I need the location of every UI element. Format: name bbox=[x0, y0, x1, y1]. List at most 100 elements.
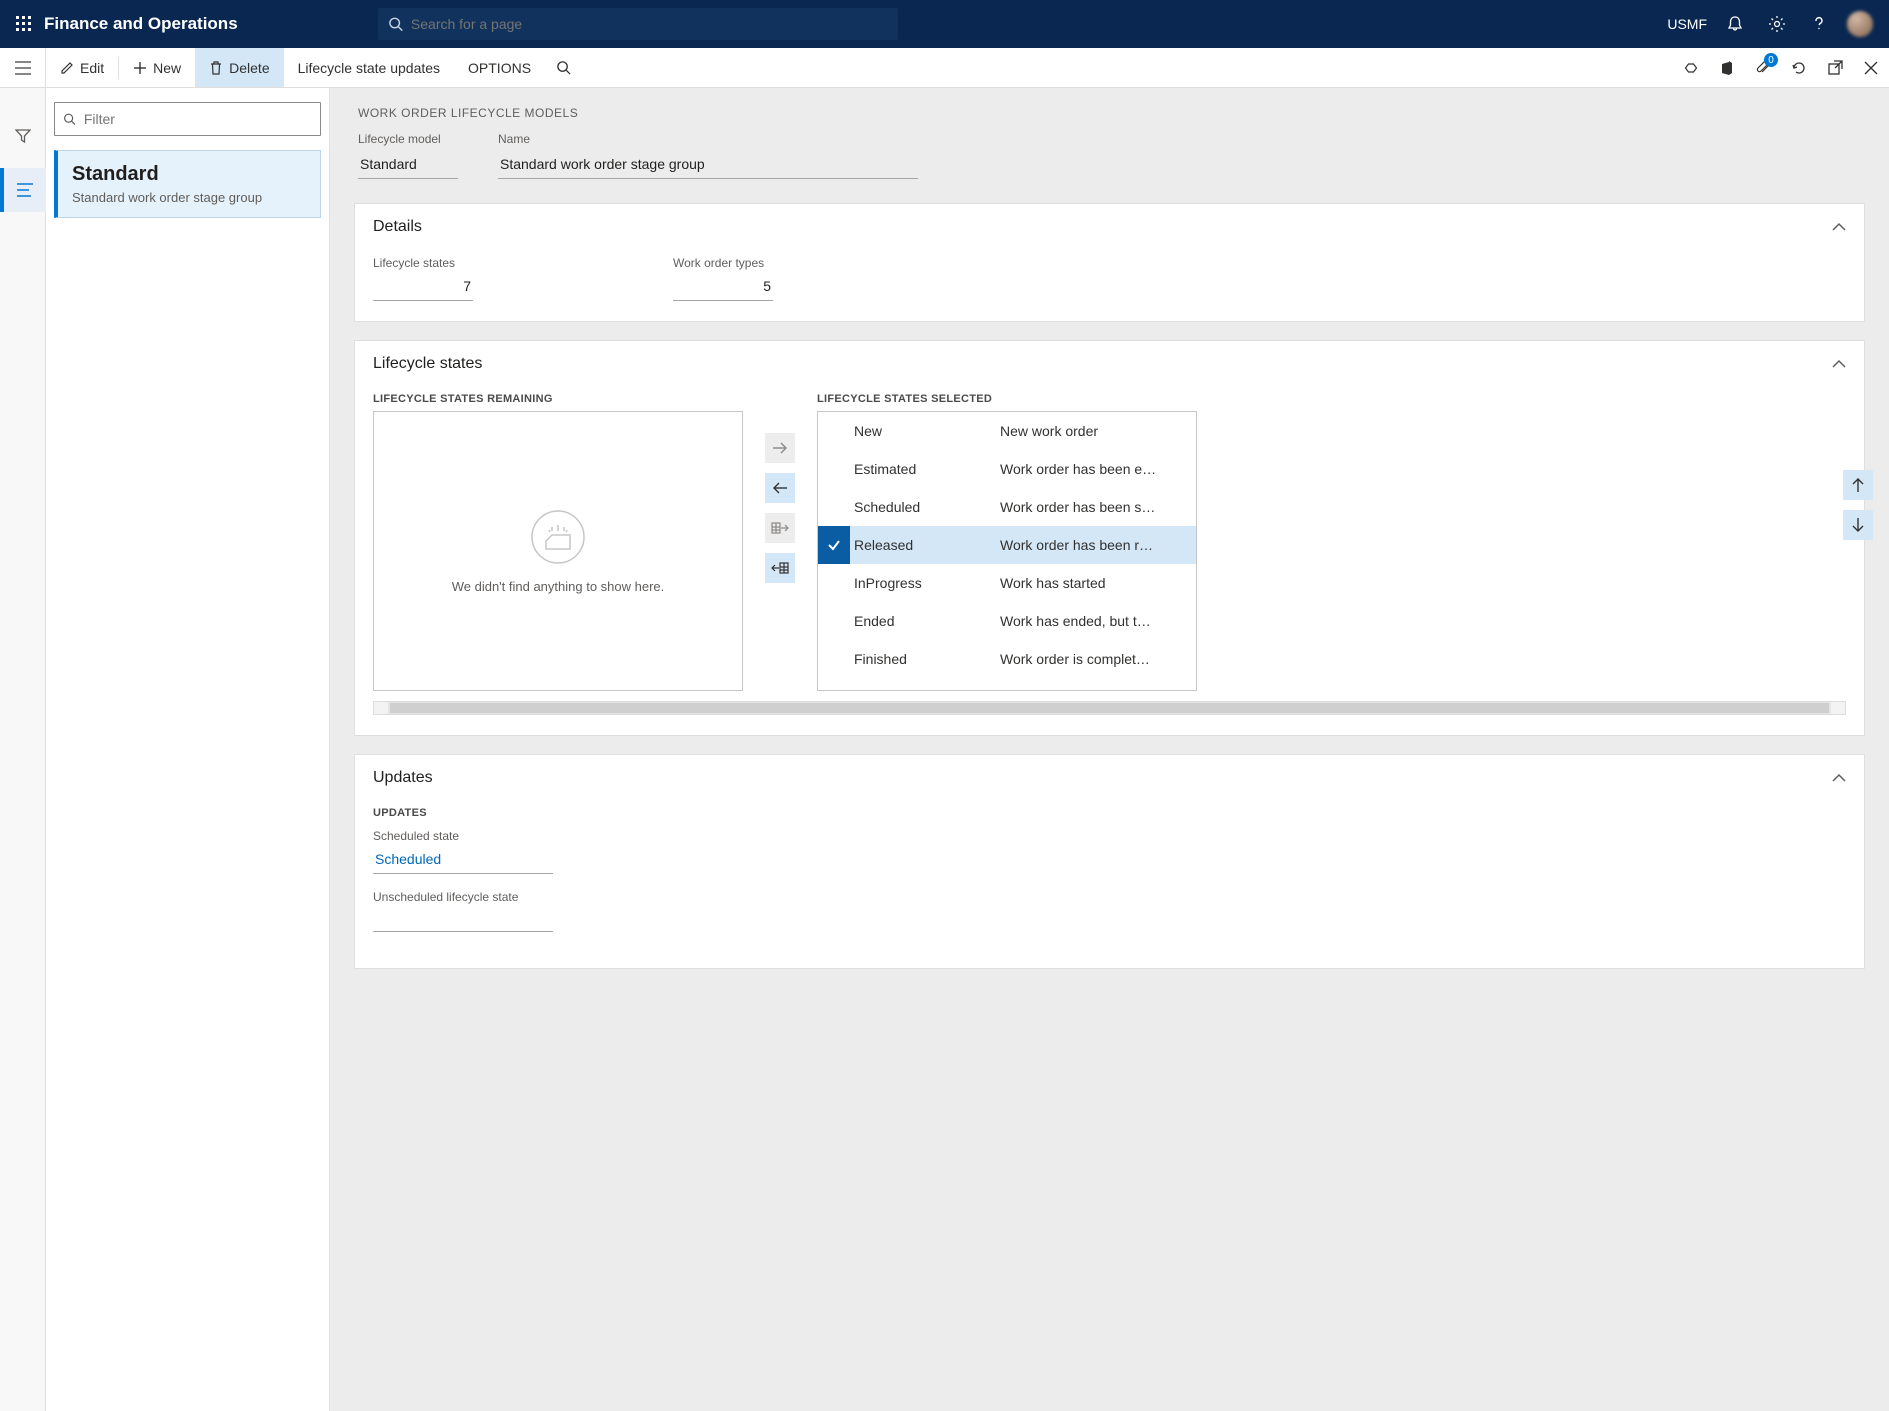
delete-button[interactable]: Delete bbox=[195, 48, 283, 87]
work-order-types-count-field: Work order types 5 bbox=[673, 256, 773, 301]
list-filter[interactable] bbox=[54, 102, 321, 136]
field-label: Scheduled state bbox=[373, 829, 553, 843]
notifications-icon[interactable] bbox=[1721, 10, 1749, 38]
attachments-badge: 0 bbox=[1764, 53, 1778, 67]
field-value[interactable] bbox=[373, 908, 553, 932]
selected-state-row[interactable]: EndedWork has ended, but t… bbox=[818, 602, 1196, 640]
command-bar: Edit New Delete Lifecycle state updates … bbox=[46, 48, 1889, 87]
panel-title: Updates bbox=[373, 769, 433, 787]
grid-arrow-right-icon bbox=[771, 522, 789, 534]
selected-listbox[interactable]: NewNew work orderEstimatedWork order has… bbox=[817, 411, 1197, 691]
details-header[interactable]: Details bbox=[355, 204, 1864, 250]
lifecycle-states-count-field: Lifecycle states 7 bbox=[373, 256, 473, 301]
state-name: Scheduled bbox=[850, 499, 1000, 515]
row-checkbox[interactable] bbox=[818, 602, 850, 640]
selected-state-row[interactable]: InProgressWork has started bbox=[818, 564, 1196, 602]
field-value[interactable]: 5 bbox=[673, 274, 773, 301]
selected-state-row[interactable]: ScheduledWork order has been s… bbox=[818, 488, 1196, 526]
state-description: Work has ended, but t… bbox=[1000, 613, 1196, 629]
attachments-button[interactable]: 0 bbox=[1745, 48, 1781, 87]
grid-arrow-left-icon bbox=[771, 562, 789, 574]
list-item-title: Standard bbox=[72, 163, 306, 186]
field-value[interactable]: Scheduled bbox=[373, 847, 553, 874]
row-checkbox[interactable] bbox=[818, 488, 850, 526]
lifecycle-states-panel: Lifecycle states LIFECYCLE STATES REMAIN… bbox=[354, 340, 1865, 736]
options-label: OPTIONS bbox=[468, 60, 531, 76]
panel-title: Lifecycle states bbox=[373, 355, 482, 373]
row-checkbox[interactable] bbox=[818, 526, 850, 564]
settings-icon[interactable] bbox=[1763, 10, 1791, 38]
delete-label: Delete bbox=[229, 60, 269, 76]
lifecycle-updates-label: Lifecycle state updates bbox=[298, 60, 440, 76]
user-avatar[interactable] bbox=[1847, 11, 1873, 37]
row-checkbox[interactable] bbox=[818, 450, 850, 488]
new-button[interactable]: New bbox=[119, 48, 195, 87]
row-checkbox[interactable] bbox=[818, 412, 850, 450]
breadcrumb: WORK ORDER LIFECYCLE MODELS bbox=[358, 106, 1865, 120]
check-icon bbox=[827, 538, 841, 552]
list-lines-icon bbox=[17, 183, 33, 197]
header-fields: Lifecycle model Standard Name Standard w… bbox=[358, 132, 1865, 179]
field-value[interactable]: Standard work order stage group bbox=[498, 152, 918, 179]
list-filter-input[interactable] bbox=[84, 111, 312, 127]
funnel-icon bbox=[15, 128, 31, 144]
list-item-subtitle: Standard work order stage group bbox=[72, 190, 306, 205]
state-description: Work has started bbox=[1000, 575, 1196, 591]
move-left-button[interactable] bbox=[765, 473, 795, 503]
selected-state-row[interactable]: NewNew work order bbox=[818, 412, 1196, 450]
popout-button[interactable] bbox=[1817, 48, 1853, 87]
selected-state-row[interactable]: FinishedWork order is complet… bbox=[818, 640, 1196, 678]
move-all-left-button[interactable] bbox=[765, 553, 795, 583]
selected-state-row[interactable]: EstimatedWork order has been e… bbox=[818, 450, 1196, 488]
horizontal-scrollbar[interactable] bbox=[373, 701, 1846, 715]
search-icon bbox=[63, 112, 76, 126]
search-icon bbox=[556, 60, 571, 75]
close-button[interactable] bbox=[1853, 48, 1889, 87]
feedback-button[interactable] bbox=[1673, 48, 1709, 87]
global-search-input[interactable] bbox=[411, 16, 888, 32]
refresh-button[interactable] bbox=[1781, 48, 1817, 87]
navpane-toggle[interactable] bbox=[0, 48, 46, 87]
remaining-header: LIFECYCLE STATES REMAINING bbox=[373, 393, 743, 405]
office-button[interactable] bbox=[1709, 48, 1745, 87]
find-button[interactable] bbox=[545, 48, 581, 87]
filter-funnel-button[interactable] bbox=[0, 114, 46, 158]
state-name: Ended bbox=[850, 613, 1000, 629]
row-checkbox[interactable] bbox=[818, 564, 850, 602]
field-value[interactable]: Standard bbox=[358, 152, 458, 179]
lifecycle-updates-button[interactable]: Lifecycle state updates bbox=[284, 48, 454, 87]
state-description: New work order bbox=[1000, 423, 1196, 439]
legal-entity[interactable]: USMF bbox=[1667, 16, 1707, 32]
global-search[interactable] bbox=[378, 8, 898, 40]
edit-label: Edit bbox=[80, 60, 104, 76]
panel-title: Details bbox=[373, 218, 422, 236]
move-all-right-button[interactable] bbox=[765, 513, 795, 543]
arrow-down-icon bbox=[1851, 517, 1865, 533]
selected-state-row[interactable]: ReleasedWork order has been r… bbox=[818, 526, 1196, 564]
state-description: Work order has been e… bbox=[1000, 461, 1196, 477]
options-button[interactable]: OPTIONS bbox=[454, 48, 545, 87]
list-view-button[interactable] bbox=[0, 168, 46, 212]
state-name: Released bbox=[850, 537, 1000, 553]
move-right-button[interactable] bbox=[765, 433, 795, 463]
list-item[interactable]: Standard Standard work order stage group bbox=[54, 150, 321, 218]
chevron-up-icon bbox=[1832, 222, 1846, 232]
chevron-up-icon bbox=[1832, 773, 1846, 783]
app-launcher-icon[interactable] bbox=[10, 10, 38, 38]
help-icon[interactable] bbox=[1805, 10, 1833, 38]
empty-state-text: We didn't find anything to show here. bbox=[452, 579, 665, 594]
lifecycle-states-header[interactable]: Lifecycle states bbox=[355, 341, 1864, 387]
command-bar-row: Edit New Delete Lifecycle state updates … bbox=[0, 48, 1889, 88]
move-down-button[interactable] bbox=[1843, 510, 1873, 540]
field-value[interactable]: 7 bbox=[373, 274, 473, 301]
edit-button[interactable]: Edit bbox=[46, 48, 118, 87]
state-description: Work order is complet… bbox=[1000, 651, 1196, 667]
field-label: Unscheduled lifecycle state bbox=[373, 890, 553, 904]
updates-header[interactable]: Updates bbox=[355, 755, 1864, 801]
remaining-listbox[interactable]: We didn't find anything to show here. bbox=[373, 411, 743, 691]
search-icon bbox=[388, 16, 403, 32]
field-label: Name bbox=[498, 132, 918, 146]
row-checkbox[interactable] bbox=[818, 640, 850, 678]
field-label: Work order types bbox=[673, 256, 773, 270]
move-up-button[interactable] bbox=[1843, 470, 1873, 500]
